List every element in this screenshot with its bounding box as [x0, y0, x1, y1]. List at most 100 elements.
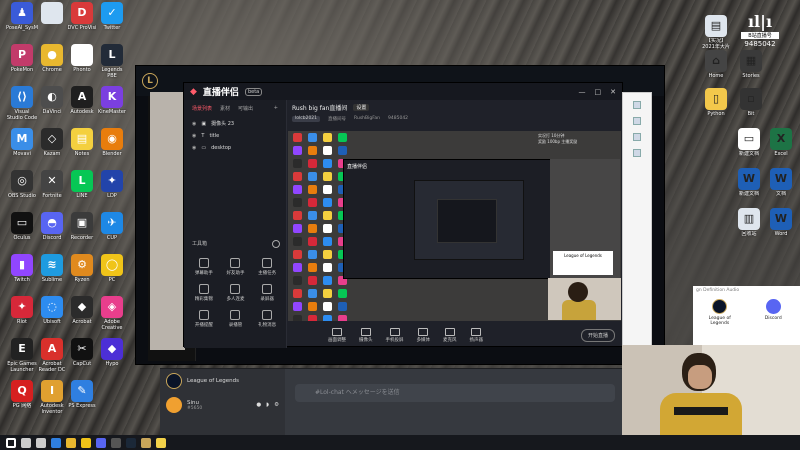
- headset-icon[interactable]: ◗: [266, 402, 269, 408]
- tool-item[interactable]: 礼物消息: [251, 310, 283, 328]
- tool-item[interactable]: 精彩集锦: [188, 284, 220, 302]
- minimize-button[interactable]: —: [579, 88, 586, 96]
- desktop-icon[interactable]: ◈ Adobe Creative: [96, 296, 128, 331]
- desktop-icon[interactable]: ⚙ Ryzen: [66, 254, 98, 289]
- desktop-icon[interactable]: A Autodesk: [66, 86, 98, 121]
- desktop-icon[interactable]: I Autodesk Inventor: [36, 380, 68, 415]
- desktop-icon[interactable]: ✓ Twitter: [96, 2, 128, 37]
- start-live-button[interactable]: 开始直播: [580, 329, 615, 342]
- desktop-icon[interactable]: ▯ Python: [700, 88, 732, 123]
- desktop-icon[interactable]: ▭ Oculus: [6, 212, 38, 247]
- taskbar-yy-icon[interactable]: [156, 437, 166, 448]
- taskbar-lol-icon[interactable]: [141, 437, 151, 448]
- panel-icon[interactable]: [633, 133, 641, 141]
- settings-icon[interactable]: ⚙: [274, 402, 279, 408]
- maximize-button[interactable]: □: [595, 88, 602, 96]
- taskbar-task-icon[interactable]: [36, 437, 46, 448]
- desktop-icon[interactable]: ⟨⟩ Visual Studio Code: [6, 86, 38, 121]
- desktop-icon[interactable]: ▤ 【实况】2021年大片: [700, 15, 732, 50]
- desktop-icon[interactable]: ▥ 回收站: [733, 208, 765, 243]
- desktop-icon[interactable]: A Acrobat Reader DC: [36, 338, 68, 373]
- desktop-icon[interactable]: ◐ DaVinci: [36, 86, 68, 121]
- stream-preview[interactable]: 直播伴侣 实况打 10分钟 奖励 100bp 主播奖励 League of Le…: [288, 131, 621, 321]
- desktop-icon[interactable]: L Legends PBE: [96, 44, 128, 79]
- tool-item[interactable]: 录屏器: [251, 284, 283, 302]
- desktop-icon[interactable]: K KineMaster: [96, 86, 128, 121]
- desktop-icon[interactable]: ▦ Stories: [735, 50, 767, 85]
- desktop-icon[interactable]: ◌ Ubisoft: [36, 296, 68, 331]
- lol-logo-icon[interactable]: L: [142, 73, 158, 89]
- desktop-icon[interactable]: ◆ Hypo: [96, 338, 128, 373]
- desktop-icon[interactable]: ▤ Notes: [66, 128, 98, 163]
- tool-item[interactable]: 主播任务: [251, 258, 283, 276]
- desktop-icon[interactable]: X Excel: [765, 128, 797, 163]
- desktop-icon[interactable]: ✦ Riot: [6, 296, 38, 331]
- desktop-icon[interactable]: ◇ Kazam: [36, 128, 68, 163]
- tool-item[interactable]: 弹幕助手: [188, 258, 220, 276]
- eye-icon[interactable]: ◉: [192, 121, 196, 127]
- desktop-icon[interactable]: ▭ 新建文档: [733, 128, 765, 163]
- toolbar-action[interactable]: 多媒体: [417, 328, 430, 343]
- add-scene-button[interactable]: +: [274, 105, 278, 112]
- tool-item[interactable]: 多人连麦: [220, 284, 252, 302]
- taskbar-steam-icon[interactable]: [126, 437, 136, 448]
- taskbar-obs-icon[interactable]: [111, 437, 121, 448]
- taskbar-edge-icon[interactable]: [51, 437, 61, 448]
- taskbar-chrome-icon[interactable]: [66, 437, 76, 448]
- eye-icon[interactable]: ◉: [192, 133, 196, 139]
- eye-icon[interactable]: ◉: [192, 145, 196, 151]
- desktop-icon[interactable]: ◓ Discord: [36, 212, 68, 247]
- discord-activity-row[interactable]: League of Legends: [160, 369, 285, 393]
- tool-item[interactable]: 开播提醒: [188, 310, 220, 328]
- panel-icon[interactable]: [633, 101, 641, 109]
- toolbar-action[interactable]: 手机投屏: [386, 328, 404, 343]
- toolbox-settings-icon[interactable]: [272, 240, 280, 248]
- desktop-icon[interactable]: ≋ Sublime: [36, 254, 68, 289]
- room-category[interactable]: lolcb2021: [292, 116, 321, 122]
- desktop-icon[interactable]: W 文档: [765, 168, 797, 203]
- source-item[interactable]: ◉ ▣ 摄像头 23: [184, 117, 286, 130]
- room-settings-tag[interactable]: 设置: [353, 104, 370, 111]
- desktop-icon[interactable]: W Word: [765, 208, 797, 243]
- source-item[interactable]: ◉ ▭ desktop: [184, 142, 286, 154]
- desktop-icon[interactable]: W 新建文档: [733, 168, 765, 203]
- desktop-icon[interactable]: ✈ CUP: [96, 212, 128, 247]
- desktop-icon[interactable]: ◯ PC: [96, 254, 128, 289]
- desktop-icon[interactable]: ◉ Blender: [96, 128, 128, 163]
- desktop-icon[interactable]: ▫ Bit: [735, 88, 767, 123]
- audio-app-lol[interactable]: League of Legends: [700, 299, 740, 326]
- desktop-icon[interactable]: P PokeMon: [6, 44, 38, 79]
- desktop-icon[interactable]: ▮ Twitch: [6, 254, 38, 289]
- panel-icon[interactable]: [633, 117, 641, 125]
- desktop-icon[interactable]: ✦ LDP: [96, 170, 128, 205]
- desktop-icon[interactable]: ⌂ Home: [700, 50, 732, 85]
- desktop-icon[interactable]: ◆ Acrobat: [66, 296, 98, 331]
- desktop-icon[interactable]: ▣ Recorder: [66, 212, 98, 247]
- tool-item[interactable]: 好友助手: [220, 258, 252, 276]
- desktop-icon[interactable]: [36, 2, 68, 37]
- tab-output[interactable]: 可输出: [238, 105, 253, 112]
- audio-app-discord[interactable]: Discord: [753, 299, 793, 326]
- desktop-icon[interactable]: ✎ PS Express: [66, 380, 98, 415]
- desktop-icon[interactable]: ◎ OBS Studio: [6, 170, 38, 205]
- mic-icon[interactable]: ●: [256, 402, 261, 408]
- taskbar-search-icon[interactable]: [21, 437, 31, 448]
- desktop-icon[interactable]: ✂ CapCut: [66, 338, 98, 373]
- desktop-icon[interactable]: L LINE: [66, 170, 98, 205]
- desktop-icon[interactable]: M Movavi: [6, 128, 38, 163]
- source-item[interactable]: ◉ Ttitle: [184, 130, 286, 142]
- taskbar-discord-icon[interactable]: [96, 437, 106, 448]
- taskbar-explorer-icon[interactable]: [81, 437, 91, 448]
- desktop-icon[interactable]: ♟PoseAI_SysMonAnyOri: [6, 2, 38, 37]
- desktop-icon[interactable]: E Epic Games Launcher: [6, 338, 38, 373]
- toolbar-action[interactable]: 画面调整: [328, 328, 346, 343]
- desktop-icon[interactable]: ▲ Phonto: [66, 44, 98, 79]
- toolbar-action[interactable]: 麦克风: [443, 328, 457, 343]
- toolbar-action[interactable]: 扬声器: [470, 328, 483, 343]
- close-button[interactable]: ✕: [610, 88, 616, 96]
- panel-icon[interactable]: [633, 149, 641, 157]
- desktop-icon[interactable]: D DVC ProVisi: [66, 2, 98, 37]
- taskbar-start-icon[interactable]: [6, 437, 16, 448]
- desktop-icon[interactable]: Q PG 网络: [6, 380, 38, 415]
- tab-scenes[interactable]: 场景列表: [192, 105, 212, 112]
